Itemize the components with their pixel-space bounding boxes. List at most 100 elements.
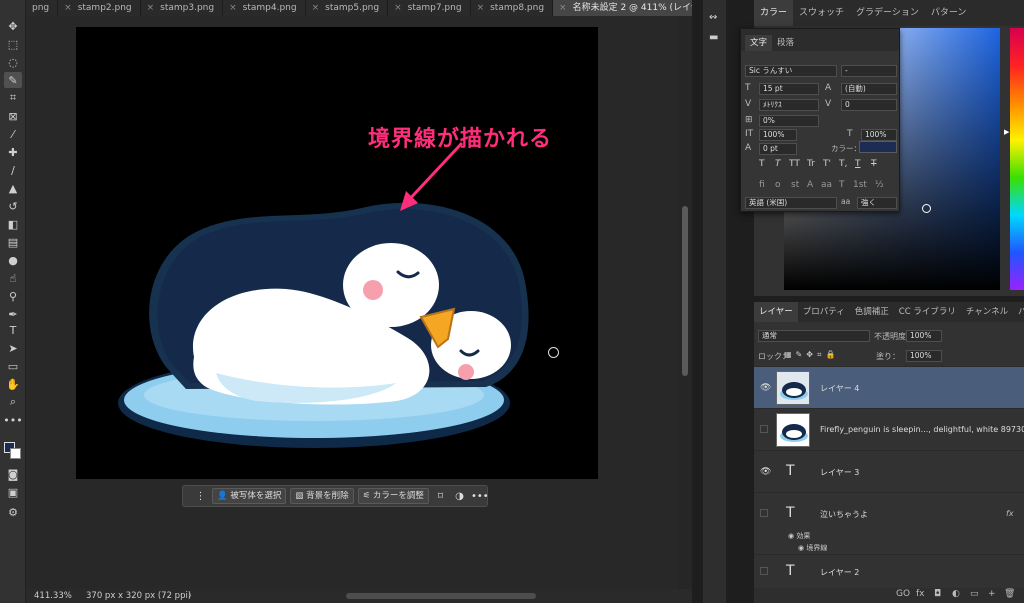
horizontal-scrollbar[interactable] [346,593,536,599]
layer-row[interactable]: T 泣いちゃうよ fx ◉ 効果 ◉ 境界線 [754,492,1024,554]
swash-button[interactable]: st [791,180,799,190]
ordinal-1st-button[interactable]: 1st [853,180,867,190]
type-tool-icon[interactable]: T [4,322,22,338]
visibility-toggle[interactable] [760,567,768,575]
tsume-field[interactable]: 0% [759,115,819,127]
strikethrough-button[interactable]: T [871,159,877,169]
ordinals-button[interactable]: T [839,180,845,190]
tab-stamp2[interactable]: × stamp2.png [58,0,141,16]
document-canvas[interactable]: 境界線が描かれる [76,27,598,479]
crop-tool-icon[interactable]: ⌗ [4,90,22,106]
tab-cc-libraries[interactable]: CC ライブラリ [894,302,961,322]
gradient-tool-icon[interactable]: ▤ [4,234,22,250]
close-icon[interactable]: × [64,3,72,13]
tab-stamp4[interactable]: × stamp4.png [223,0,306,16]
layer-row[interactable]: Firefly_penguin is sleepin..., delightfu… [754,408,1024,450]
tab-color[interactable]: カラー [754,0,794,26]
layer-name[interactable]: レイヤー 2 [820,567,859,578]
blur-tool-icon[interactable]: ● [4,252,22,268]
new-group-icon[interactable]: ▭ [970,589,979,599]
vertical-scale-field[interactable]: 100% [759,129,797,141]
quick-mask-icon[interactable]: ◙ [4,466,22,482]
close-icon[interactable]: × [559,3,567,13]
titling-button[interactable]: aa [821,180,832,190]
adjustment-layer-icon[interactable]: ◐ [952,589,960,599]
pen-tool-icon[interactable]: ✒ [4,306,22,322]
lasso-tool-icon[interactable]: ◌ [4,54,22,70]
leading-field[interactable]: (自動) [841,83,897,95]
select-subject-button[interactable]: 👤 被写体を選択 [212,488,287,504]
tab-untitled-2[interactable]: ×名称未設定 2 @ 411% (レイヤー 4, RGB/8) * [553,0,692,16]
dodge-tool-icon[interactable]: ⚲ [4,288,22,304]
underline-button[interactable]: T [855,159,861,169]
rectangle-tool-icon[interactable]: ▭ [4,358,22,374]
tab-stamp8[interactable]: × stamp8.png [471,0,554,16]
baseline-shift-field[interactable]: 0 pt [759,143,797,155]
visibility-toggle[interactable] [760,509,768,517]
share-icon[interactable]: ⚙ [4,504,22,520]
history-icon[interactable]: ↭ [709,12,721,23]
tab-adjustments[interactable]: 色調補正 [850,302,894,322]
tab-character[interactable]: 文字 [745,35,773,51]
kerning-field[interactable]: ﾒﾄﾘｸｽ [759,99,819,111]
subscript-button[interactable]: T, [839,159,847,169]
font-size-field[interactable]: 15 pt [759,83,819,95]
close-icon[interactable]: × [147,3,155,13]
stylistic-alt-button[interactable]: A [807,180,813,190]
tab-channels[interactable]: チャンネル [961,302,1013,322]
text-color-swatch[interactable] [859,141,897,153]
fx-icon[interactable]: fx [916,589,925,599]
frame-tool-icon[interactable]: ⊠ [4,108,22,124]
healing-brush-tool-icon[interactable]: ✚ [4,144,22,160]
marquee-tool-icon[interactable]: ⬚ [4,36,22,52]
zoom-level[interactable]: 411.33% [34,591,72,601]
tab-stamp7[interactable]: × stamp7.png [388,0,471,16]
layer-row[interactable]: 👁 レイヤー 4 [754,366,1024,408]
brush-tool-icon[interactable]: ∕ [4,162,22,178]
tab-swatches[interactable]: スウォッチ [793,0,850,26]
quick-select-tool-icon[interactable]: ✎ [4,72,22,88]
language-select[interactable]: 英語 (米国) [745,197,837,209]
font-family-select[interactable]: Sic うんすい [745,65,837,77]
screen-mode-icon[interactable]: ▣ [4,484,22,500]
history-brush-tool-icon[interactable]: ↺ [4,198,22,214]
lock-icons[interactable]: ▦✎✥⌗🔒 [784,350,839,360]
opacity-field[interactable]: 100% [906,330,942,342]
fractions-button[interactable]: ½ [875,180,884,190]
comments-icon[interactable]: ▬ [709,32,721,43]
trash-icon[interactable]: 🗑 [1004,589,1015,599]
small-caps-button[interactable]: Tr [807,159,815,169]
close-icon[interactable]: × [229,3,237,13]
new-layer-icon[interactable]: + [988,589,996,599]
eyedropper-tool-icon[interactable]: ⁄ [4,126,22,142]
picker-ring[interactable] [922,204,931,213]
tab-stamp5[interactable]: × stamp5.png [306,0,389,16]
tab-stamp3[interactable]: × stamp3.png [141,0,224,16]
remove-background-button[interactable]: ▧ 背景を削除 [290,488,354,504]
close-icon[interactable]: × [477,3,485,13]
visibility-toggle[interactable] [760,425,768,433]
add-mask-icon[interactable]: ◘ [934,589,941,599]
mask-icon[interactable]: ◑ [452,491,467,502]
link-layers-icon[interactable]: GO [896,589,910,599]
superscript-button[interactable]: T' [823,159,831,169]
visibility-eye-icon[interactable]: 👁 [760,467,771,477]
drag-handle-icon[interactable]: ⋮ [193,491,208,502]
blend-mode-select[interactable]: 通常 [758,330,870,342]
background-color-swatch[interactable] [10,448,21,459]
close-icon[interactable]: × [394,3,402,13]
more-tools-icon[interactable]: ••• [3,412,22,428]
tab-gradients[interactable]: グラデーション [850,0,925,26]
status-menu-arrow[interactable]: › [188,591,191,601]
vertical-scrollbar[interactable] [678,16,692,589]
canvas-area[interactable]: 境界線が描かれる ⋮ 👤 被写体を選択 ▧ 背景を削除 ⚟ カラーを調整 ⌑ ◑… [26,16,692,589]
tab-png[interactable]: png [26,0,59,16]
font-style-select[interactable]: - [841,65,897,77]
tab-paragraph[interactable]: 段落 [772,35,799,51]
visibility-eye-icon[interactable]: 👁 [760,383,771,393]
layer-name[interactable]: Firefly_penguin is sleepin..., delightfu… [820,425,1024,434]
faux-italic-button[interactable]: T [775,159,781,169]
fill-field[interactable]: 100% [906,350,942,362]
stamp-tool-icon[interactable]: ▲ [4,180,22,196]
tracking-field[interactable]: 0 [841,99,897,111]
